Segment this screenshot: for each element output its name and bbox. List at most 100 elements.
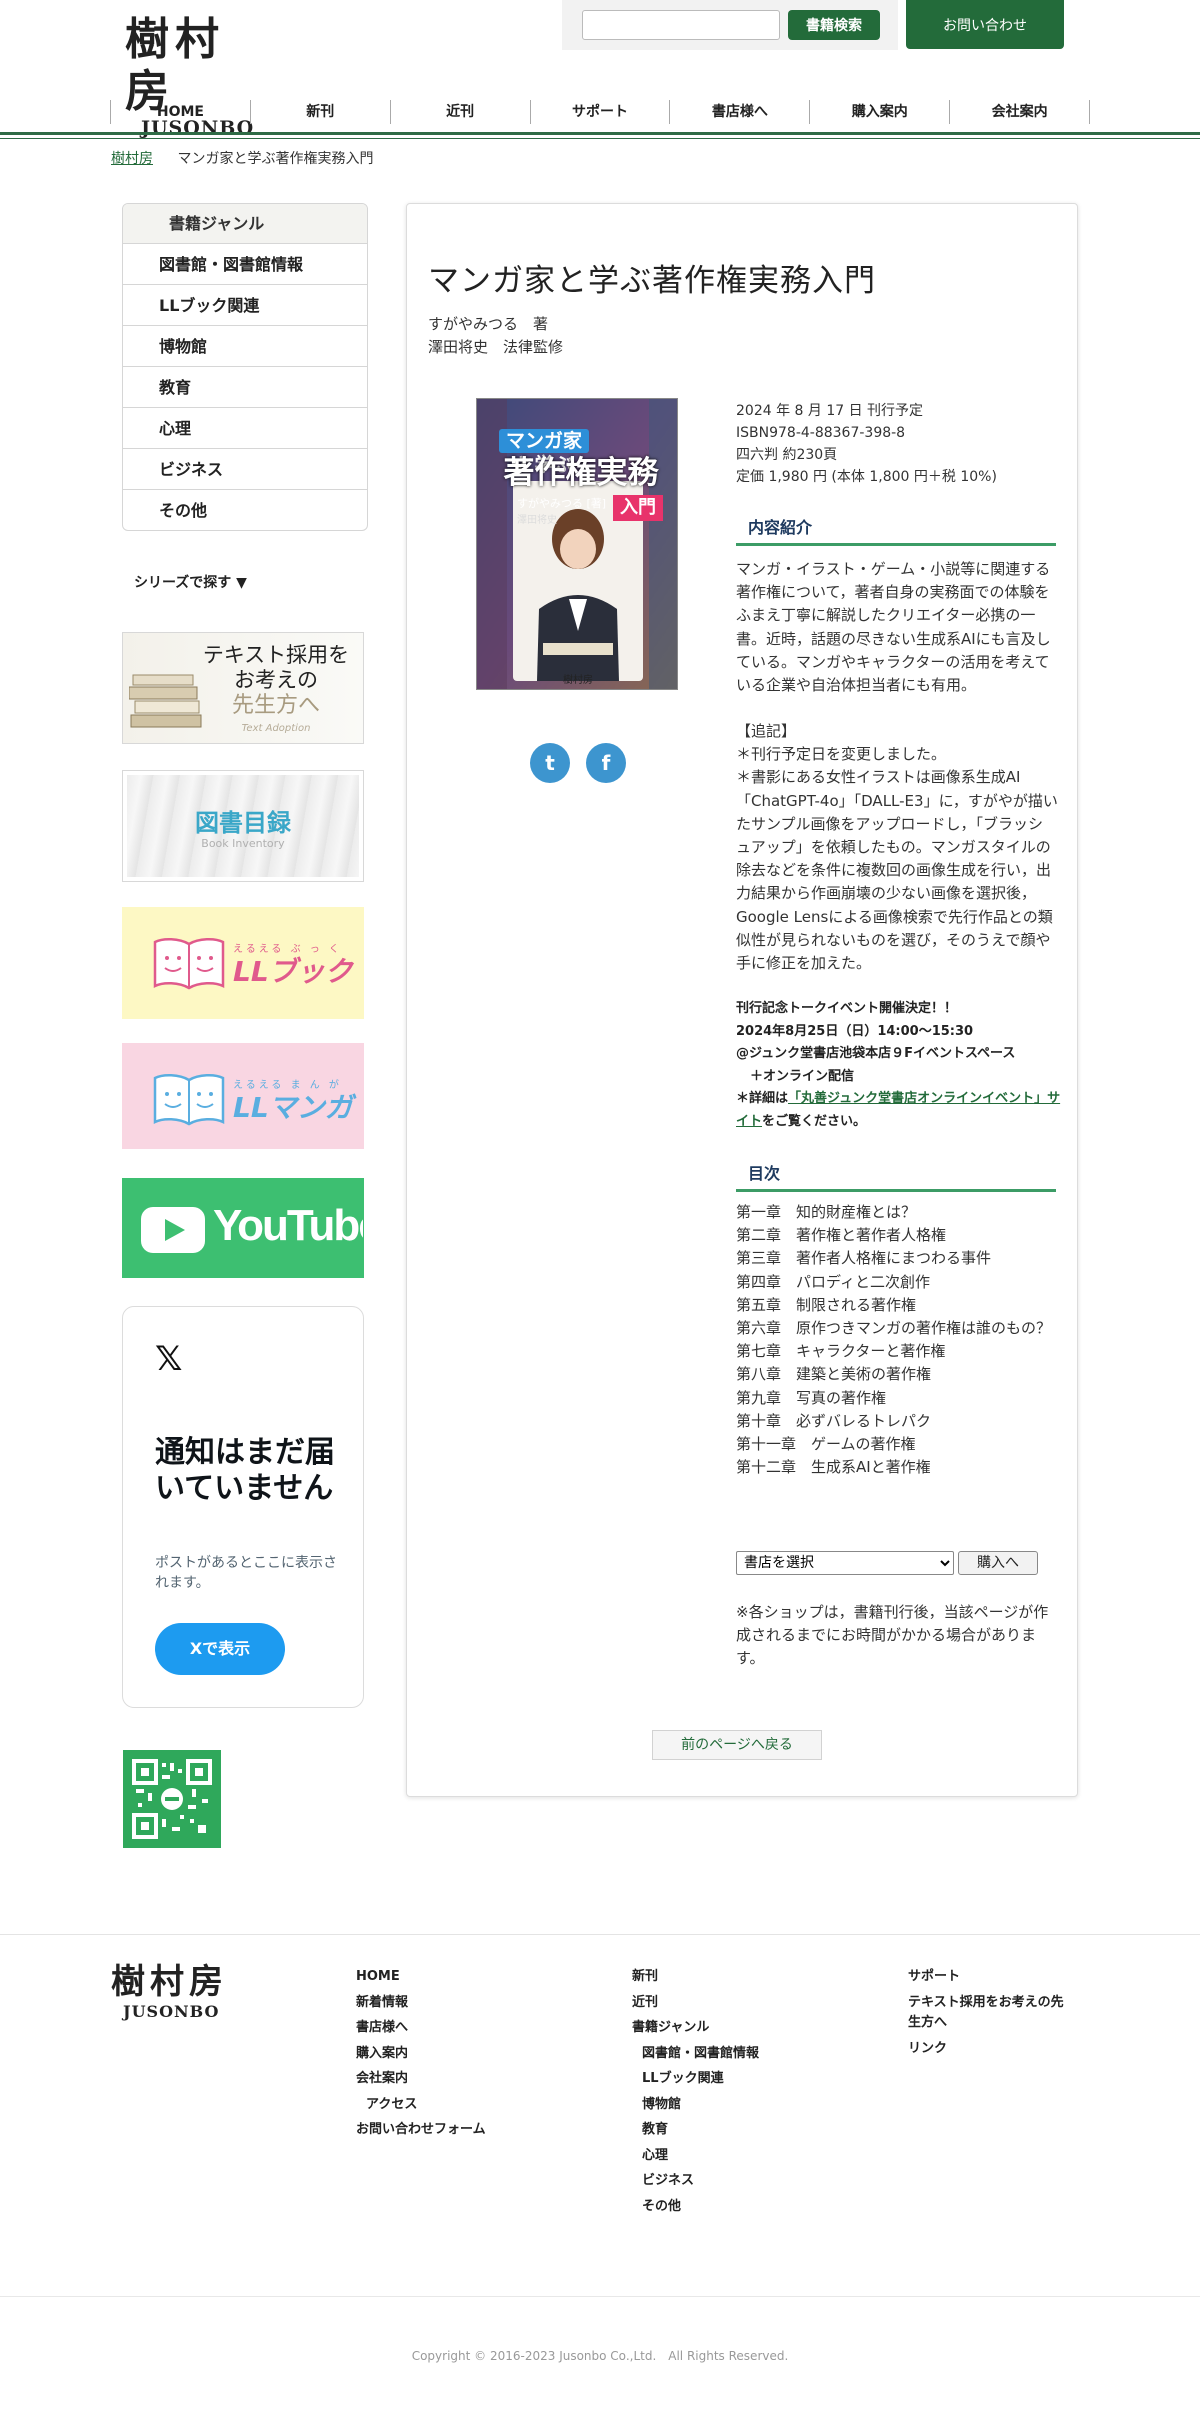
book-title: マンガ家と学ぶ著作権実務入門 [428, 263, 876, 299]
llmanga-banner[interactable]: えるえる ま ん が LLマンガ [122, 1043, 364, 1149]
event-online: ＋オンライン配信 [750, 1068, 855, 1084]
event-datetime: 2024年8月25日（日）14:00〜15:30 [736, 1023, 974, 1039]
genre-item-business[interactable]: ビジネス [123, 449, 367, 490]
cover-supervisor: 澤田将史 [517, 515, 557, 526]
x-timeline-widget: 𝕏 通知はまだ届いていません ポストがあるとここに表示されます。 Xで表示 [122, 1306, 364, 1708]
contact-button[interactable]: お問い合わせ [906, 0, 1064, 49]
addendum-block: 【追記】 ＊刊行予定日を変更しました。 ＊書影にある女性イラストは画像系生成AI… [736, 720, 1058, 975]
search-button[interactable]: 書籍検索 [788, 10, 880, 40]
qr-code[interactable] [123, 1750, 221, 1848]
nav-support[interactable]: サポート [529, 100, 670, 124]
toc-item: 第四章 パロディと二次創作 [736, 1272, 930, 1291]
search-input[interactable] [582, 10, 780, 40]
breadcrumb-current: マンガ家と学ぶ著作権実務入門 [177, 151, 374, 167]
footer-link-bookstores[interactable]: 書店様へ [356, 2015, 486, 2041]
youtube-wordmark: YouTube [213, 1201, 364, 1250]
footer-link-purchase[interactable]: 購入案内 [356, 2041, 486, 2067]
footer-link-home[interactable]: HOME [356, 1964, 486, 1990]
toc-item: 第二章 著作権と著作者人格権 [736, 1226, 947, 1245]
footer-genre-education[interactable]: 教育 [632, 2117, 759, 2143]
llmanga-title: LLマンガ [233, 1091, 353, 1124]
footer-link-news[interactable]: 新着情報 [356, 1990, 486, 2016]
footer-col-books: 新刊 近刊 書籍ジャンル 図書館・図書館情報 LLブック関連 博物館 教育 心理… [632, 1964, 759, 2219]
x-view-button[interactable]: Xで表示 [155, 1623, 285, 1675]
llbook-banner[interactable]: えるえる ぶ っ く LLブック [122, 907, 364, 1019]
back-button[interactable]: 前のページへ戻る [652, 1730, 822, 1760]
addendum-item: ＊書影にある女性イラストは画像系生成AI「ChatGPT-4o」「DALL-E3… [736, 768, 1058, 973]
event-title: 刊行記念トークイベント開催決定！！ [736, 1001, 958, 1016]
nav-new-releases[interactable]: 新刊 [249, 100, 390, 124]
nav-purchase-guide[interactable]: 購入案内 [809, 100, 949, 124]
nav-home[interactable]: HOME [110, 100, 250, 124]
meta-price: 定価 1,980 円 (本体 1,800 円＋税 10%) [736, 469, 997, 485]
qr-code-icon [132, 1759, 212, 1839]
catalog-title: 図書目録 [195, 809, 291, 837]
text-adoption-sub: Text Adoption [241, 723, 311, 734]
book-author: すがやみつる 著 [428, 315, 549, 333]
nav-company[interactable]: 会社案内 [949, 100, 1091, 124]
series-search-toggle[interactable]: シリーズで探す ▼ [134, 572, 247, 592]
genre-item-education[interactable]: 教育 [123, 367, 367, 408]
smiling-book-icon [153, 938, 225, 990]
youtube-play-icon [141, 1207, 205, 1253]
footer-genre-psychology[interactable]: 心理 [632, 2143, 759, 2169]
nav-bookstores[interactable]: 書店様へ [669, 100, 809, 124]
facebook-icon: f [601, 751, 611, 775]
toc-item: 第八章 建築と美術の著作権 [736, 1365, 932, 1384]
toc-item: 第一章 知的財産権とは？ [736, 1203, 917, 1221]
search-area: 書籍検索 [562, 0, 898, 50]
buy-button[interactable]: 購入へ [958, 1551, 1038, 1575]
addendum-item: ＊刊行予定日を変更しました。 [736, 745, 947, 764]
footer-link-new[interactable]: 新刊 [632, 1964, 759, 1990]
footer-genre-museum[interactable]: 博物館 [632, 2092, 759, 2118]
genre-item-museum[interactable]: 博物館 [123, 326, 367, 367]
book-cover[interactable]: マンガ家と学ぶ 著作権実務 入門 すがやみつる [著] 澤田将史 樹村房 [476, 398, 678, 690]
genre-item-llbook[interactable]: LLブック関連 [123, 285, 367, 326]
footer-genre-library[interactable]: 図書館・図書館情報 [632, 2041, 759, 2067]
genre-item-other[interactable]: その他 [123, 490, 367, 530]
genre-menu-title: 書籍ジャンル [123, 204, 367, 244]
facebook-share-button[interactable]: f [586, 743, 626, 783]
twitter-share-button[interactable]: t [530, 743, 570, 783]
genre-item-library[interactable]: 図書館・図書館情報 [123, 244, 367, 285]
toc-item: 第十章 必ずバレるトレパク [736, 1411, 932, 1430]
text-adoption-banner[interactable]: テキスト採用を お考えの 先生方へ Text Adoption [122, 632, 364, 744]
event-detail: ＊詳細は「丸善ジュンク堂書店オンラインイベント」サイトをご覧ください。 [736, 1091, 1061, 1129]
footer-link-links[interactable]: リンク [908, 2036, 1068, 2062]
footer-link-support[interactable]: サポート [908, 1964, 1068, 1990]
cover-publisher: 樹村房 [563, 675, 593, 686]
llbook-title: LLブック [233, 955, 353, 988]
breadcrumb: 樹村房 マンガ家と学ぶ著作権実務入門 [111, 148, 373, 168]
footer-link-contact[interactable]: お問い合わせフォーム [356, 2117, 486, 2143]
toc-item: 第六章 原作つきマンガの著作権は誰のもの？ [736, 1319, 1052, 1338]
youtube-banner[interactable]: YouTube [122, 1178, 364, 1278]
footer-link-text-adoption[interactable]: テキスト採用をお考えの先生方へ [908, 1993, 1068, 2033]
summary-heading: 内容紹介 [736, 512, 1056, 546]
footer-link-upcoming[interactable]: 近刊 [632, 1990, 759, 2016]
global-nav: HOME 新刊 近刊 サポート 書店様へ 購入案内 会社案内 [110, 100, 1091, 124]
copyright: Copyright © 2016-2023 Jusonbo Co.,Ltd. A… [411, 2349, 789, 2363]
footer-link-company[interactable]: 会社案内 [356, 2066, 486, 2092]
footer-logo[interactable]: 樹村房 JUSONBO [111, 1962, 251, 2022]
footer-genre-other[interactable]: その他 [632, 2194, 759, 2220]
toc-item: 第十二章 生成系AIと著作権 [736, 1458, 931, 1477]
footer-genre-llbook[interactable]: LLブック関連 [632, 2066, 759, 2092]
footer-link-access[interactable]: アクセス [356, 2092, 486, 2118]
genre-item-psychology[interactable]: 心理 [123, 408, 367, 449]
catalog-banner[interactable]: 図書目録 Book Inventory [122, 770, 364, 882]
event-notice: 刊行記念トークイベント開催決定！！ 2024年8月25日（日）14:00〜15:… [736, 998, 1066, 1133]
event-venue: @ジュンク堂書店池袋本店９Fイベントスペース [736, 1046, 1016, 1061]
footer-logo-kanji: 樹村房 [111, 1962, 228, 2002]
footer-genre-business[interactable]: ビジネス [632, 2168, 759, 2194]
nav-upcoming[interactable]: 近刊 [389, 100, 530, 124]
toc-item: 第五章 制限される著作権 [736, 1295, 917, 1314]
meta-release-date: 2024 年 8 月 17 日 刊行予定 [736, 403, 924, 419]
addendum-title: 【追記】 [736, 722, 797, 740]
footer-bottom-divider [0, 2296, 1200, 2297]
footer-logo-roman: JUSONBO [123, 2002, 220, 2021]
breadcrumb-home-link[interactable]: 樹村房 [111, 151, 153, 167]
cover-title-main: 著作権実務 [503, 455, 659, 491]
footer-col-main: HOME 新着情報 書店様へ 購入案内 会社案内 アクセス お問い合わせフォーム [356, 1964, 486, 2143]
x-empty-heading: 通知はまだ届いていません [155, 1435, 335, 1506]
shop-select[interactable]: 書店を選択 [736, 1551, 954, 1575]
